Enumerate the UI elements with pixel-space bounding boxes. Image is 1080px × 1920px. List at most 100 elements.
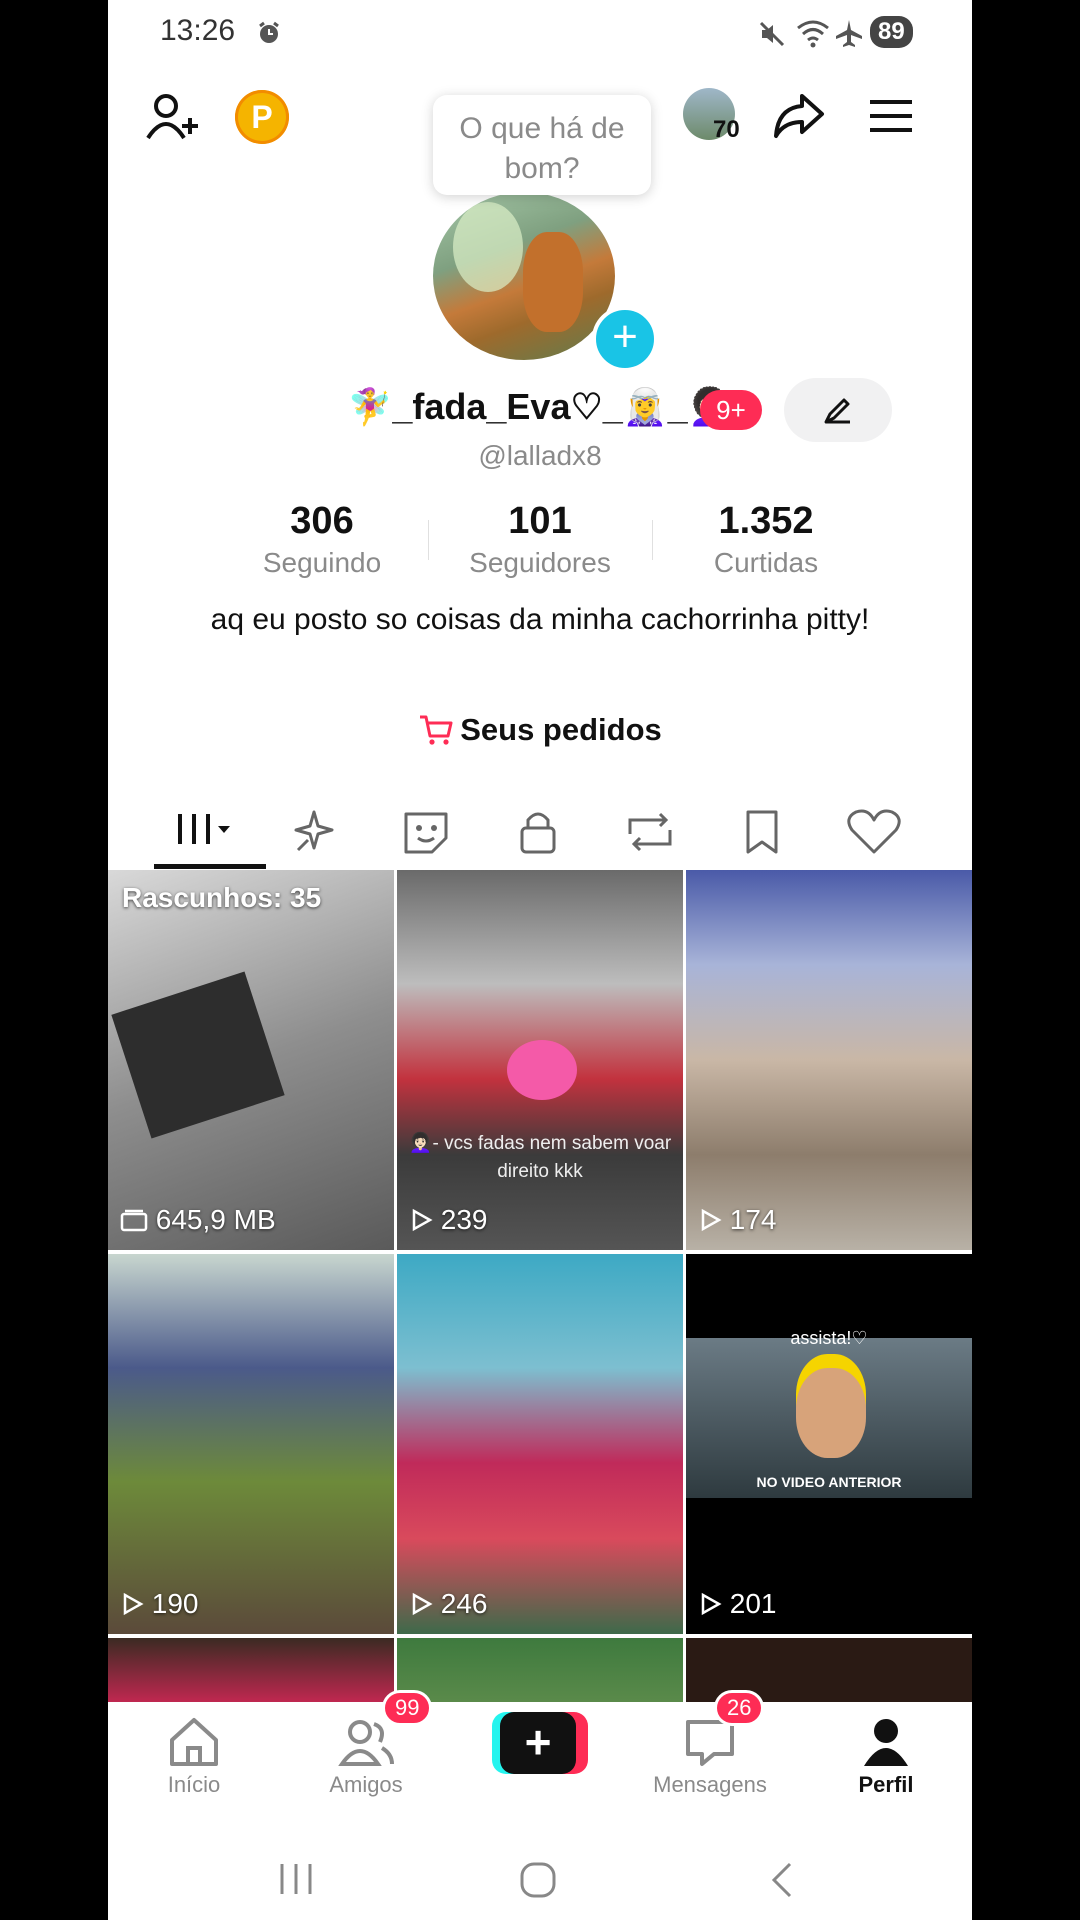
profile-avatar[interactable] [433,192,615,360]
view-count-text: 190 [151,1588,199,1619]
mute-icon [759,21,785,47]
airplane-mode-icon [836,20,862,47]
status-bar: 13:26 89 [108,0,972,64]
story-count: 70 [713,116,740,143]
video-tile[interactable]: 190 [108,1254,394,1634]
fairy-wing [453,202,523,292]
alarm-icon [259,21,279,43]
tab-liked[interactable] [834,800,914,864]
edit-profile-button[interactable] [784,378,892,442]
orders-link[interactable]: Seus pedidos [108,712,972,748]
tab-private[interactable] [498,800,578,864]
plus-icon: + [500,1712,576,1774]
add-story-button[interactable]: + [592,306,658,372]
fairy-figure [523,232,583,332]
tab-highlights[interactable] [274,800,354,864]
pencil-icon [824,398,850,424]
view-count-text: 174 [729,1204,777,1235]
play-icon [123,1592,144,1616]
heart-icon [847,809,901,854]
stat-divider [428,520,429,560]
drafts-size-text: 645,9 MB [155,1204,276,1235]
nav-home[interactable]: Início [124,1702,264,1812]
play-icon [701,1208,722,1232]
video-tile[interactable]: 246 [397,1254,683,1634]
folder-icon [120,1209,148,1232]
coins-icon[interactable]: P [235,90,289,144]
recent-apps-icon[interactable] [276,1862,316,1896]
tooltip-tail [682,186,706,210]
nav-profile[interactable]: Perfil [816,1702,956,1812]
display-name-text: 🧚‍♀️_fada_Eva♡_🧝‍♀️_👩🏻‍🦱 [347,386,733,427]
video-frame: NO VIDEO ANTERIOR [686,1338,972,1498]
heart-sticker [507,1040,577,1100]
view-count: 239 [409,1204,488,1236]
sparkle-icon [294,810,334,852]
view-count-text: 201 [729,1588,777,1619]
friends-badge: 99 [382,1690,433,1726]
menu-icon[interactable] [868,98,914,134]
face [796,1368,866,1458]
nav-friends-label: Amigos [329,1772,403,1797]
username-handle: @lalladx8 [478,440,602,471]
nav-messages[interactable]: 26 Mensagens [640,1690,780,1812]
drafts-tile[interactable]: Rascunhos: 35 645,9 MB [108,870,394,1250]
story-viewers[interactable]: 70 [683,88,745,144]
view-count: 246 [409,1588,488,1620]
drafts-count: Rascunhos: 35 [122,882,322,913]
video-tile[interactable]: 👩🏻‍🦱- vcs fadas nem sabem voar direito k… [397,870,683,1250]
play-icon [412,1592,433,1616]
active-tab-indicator [154,864,266,869]
followers-label: Seguidores [469,547,611,578]
battery-level: 89 [870,16,913,48]
repost-icon [628,812,672,852]
stat-divider [652,520,653,560]
friends-icon [338,1720,394,1766]
video-tile[interactable]: NO VIDEO ANTERIOR assista!♡ 201 [686,1254,972,1634]
sticker-overlay [111,971,285,1139]
cart-icon [420,715,453,745]
home-button-icon[interactable] [518,1860,558,1900]
tab-favorites[interactable] [722,800,802,864]
video-caption: assista!♡ [790,1328,868,1348]
add-friend-icon[interactable] [144,90,200,146]
messages-badge: 26 [714,1690,765,1726]
wifi-icon [797,20,829,48]
whats-up-tooltip[interactable]: O que há de bom? [433,95,651,195]
view-count-text: 239 [440,1204,488,1235]
back-icon[interactable] [766,1860,796,1900]
drafts-size: 645,9 MB [120,1204,276,1236]
orders-label: Seus pedidos [460,712,662,747]
bottom-navigation: Início 99 Amigos + 26 Mensagens Perfil [108,1690,972,1832]
stat-followers[interactable]: 101 Seguidores [440,500,640,579]
bio-text: aq eu posto so coisas da minha cachorrin… [210,603,870,636]
tab-reposts[interactable] [610,800,690,864]
system-navigation-bar [108,1832,972,1920]
view-count: 201 [698,1588,777,1620]
home-icon [170,1718,218,1766]
grid-icon [178,814,230,844]
likes-count: 1.352 [718,500,814,542]
likes-label: Curtidas [713,547,819,578]
profile-icon [864,1719,908,1766]
stat-following[interactable]: 306 Seguindo [222,500,422,579]
play-icon [701,1592,722,1616]
tab-avatars[interactable] [386,800,466,864]
nav-messages-label: Mensagens [653,1772,767,1797]
nav-home-label: Início [167,1772,221,1797]
view-count-text: 246 [440,1588,488,1619]
nav-profile-label: Perfil [858,1772,914,1797]
stat-likes[interactable]: 1.352 Curtidas [666,500,866,579]
following-count: 306 [290,500,354,542]
video-tile[interactable] [397,1638,683,1702]
create-button[interactable]: + [492,1712,588,1774]
share-icon[interactable] [772,92,826,140]
nav-friends[interactable]: 99 Amigos [296,1690,436,1812]
bookmark-icon [746,810,778,854]
video-tile[interactable] [108,1638,394,1702]
video-tile[interactable]: 174 [686,870,972,1250]
play-icon [412,1208,433,1232]
view-count: 190 [120,1588,199,1620]
notification-badge[interactable]: 9+ [700,390,762,430]
tab-videos[interactable] [168,800,248,864]
